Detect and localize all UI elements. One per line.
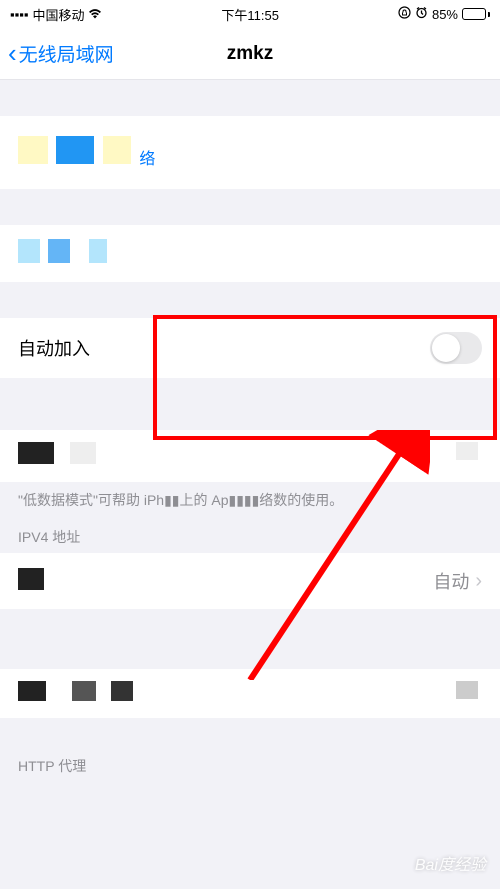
- back-label: 无线局域网: [19, 40, 114, 67]
- battery-icon: [462, 8, 490, 20]
- chevron-left-icon: ‹: [8, 38, 17, 69]
- battery-percent: 85%: [432, 7, 458, 22]
- time-label: 下午11:55: [102, 5, 398, 24]
- low-data-cell[interactable]: [0, 430, 500, 482]
- http-proxy-header: HTTP 代理: [0, 748, 500, 782]
- carrier-label: 中国移动: [32, 5, 84, 24]
- chevron-right-icon: ›: [475, 570, 482, 593]
- low-data-footer: "低数据模式"可帮助 iPh▮▮上的 Ap▮▮▮▮络数的使用。: [0, 482, 500, 519]
- blurred-cell[interactable]: [0, 225, 500, 282]
- watermark: Bai度经验: [415, 851, 486, 875]
- blurred-row[interactable]: [0, 669, 500, 718]
- network-name-cell[interactable]: 络: [0, 116, 500, 189]
- status-bar: ▪▪▪▪ 中国移动 下午11:55 85%: [0, 0, 500, 28]
- ipv4-header: IPV4 地址: [0, 519, 500, 553]
- alarm-icon: [415, 6, 428, 22]
- back-button[interactable]: ‹ 无线局域网: [8, 38, 114, 69]
- signal-icon: ▪▪▪▪: [10, 7, 28, 22]
- auto-join-toggle[interactable]: [430, 332, 482, 364]
- wifi-icon: [88, 7, 102, 22]
- ipv4-config-cell[interactable]: 自动 ›: [0, 553, 500, 609]
- auto-join-cell: 自动加入: [0, 318, 500, 378]
- nav-bar: ‹ 无线局域网 zmkz: [0, 28, 500, 80]
- orientation-lock-icon: [398, 6, 411, 22]
- ipv4-config-value: 自动: [433, 568, 469, 594]
- page-title: zmkz: [227, 43, 273, 65]
- auto-join-label: 自动加入: [18, 335, 90, 361]
